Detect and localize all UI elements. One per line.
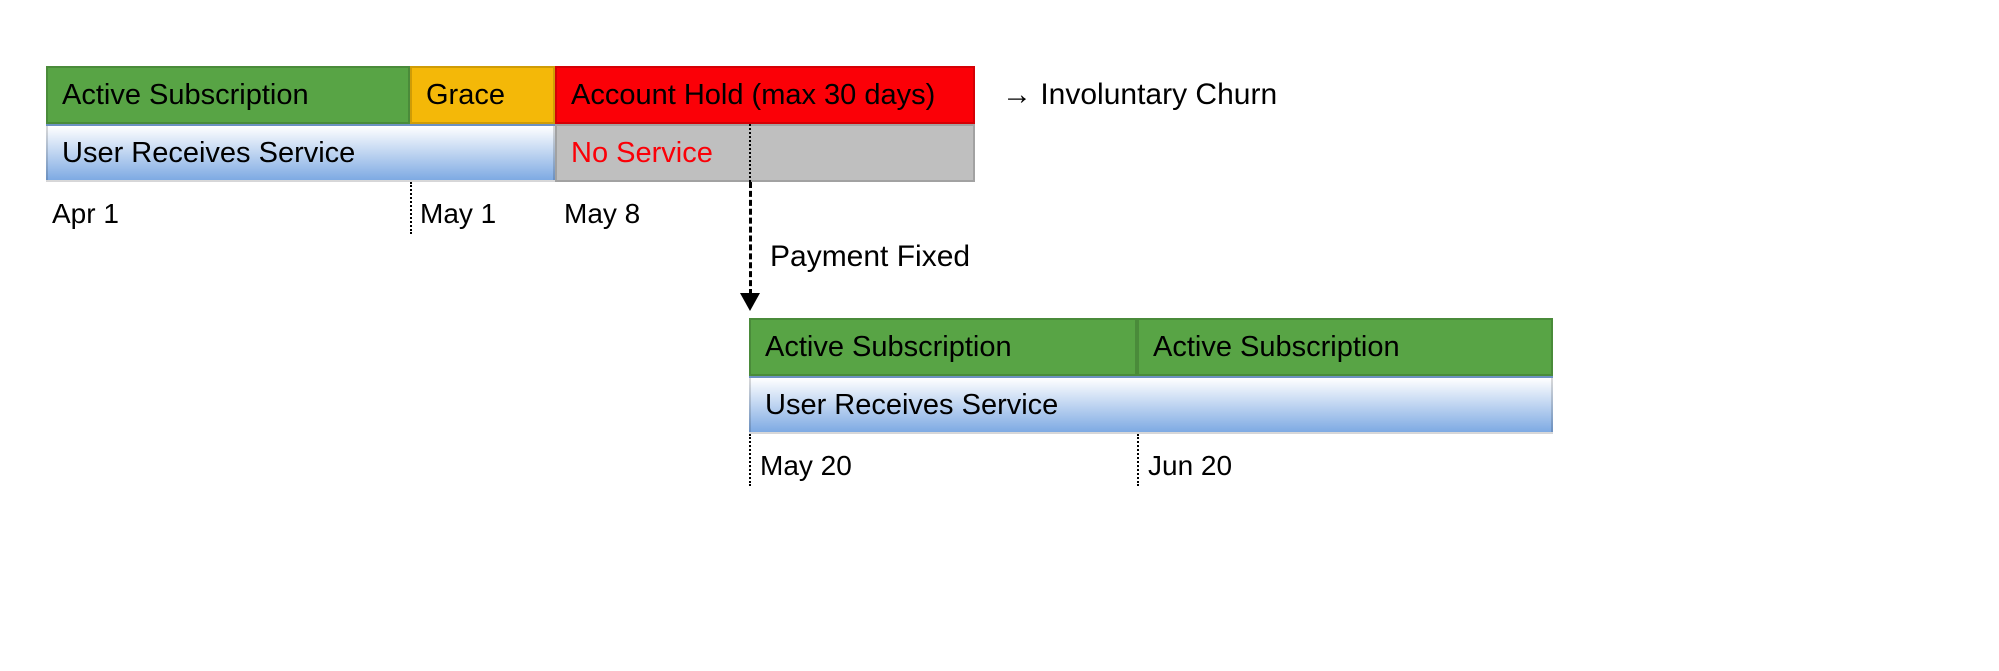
payment-fixed-label: Payment Fixed: [770, 240, 970, 274]
date-jun20: Jun 20: [1148, 450, 1232, 482]
involuntary-churn-label: → Involuntary Churn: [1002, 78, 1277, 112]
date-may1: May 1: [420, 198, 496, 230]
payment-fixed-arrow-head: [740, 293, 760, 311]
bottom-state-active-2: Active Subscription: [1137, 318, 1553, 376]
guide-jun20: [1137, 434, 1139, 486]
top-service-none-label: No Service: [571, 137, 713, 170]
guide-may1: [410, 182, 412, 234]
date-may8: May 8: [564, 198, 640, 230]
bottom-service: User Receives Service: [749, 376, 1553, 434]
top-service-none: No Service: [555, 124, 975, 182]
top-service-active: User Receives Service: [46, 124, 555, 182]
guide-may8-top: [749, 124, 751, 182]
date-apr1: Apr 1: [52, 198, 119, 230]
payment-fixed-arrow-line: [749, 182, 752, 295]
top-state-hold: Account Hold (max 30 days): [555, 66, 975, 124]
top-state-active: Active Subscription: [46, 66, 410, 124]
bottom-state-active-1: Active Subscription: [749, 318, 1137, 376]
guide-may20: [749, 434, 751, 486]
top-state-grace: Grace: [410, 66, 555, 124]
date-may20: May 20: [760, 450, 852, 482]
